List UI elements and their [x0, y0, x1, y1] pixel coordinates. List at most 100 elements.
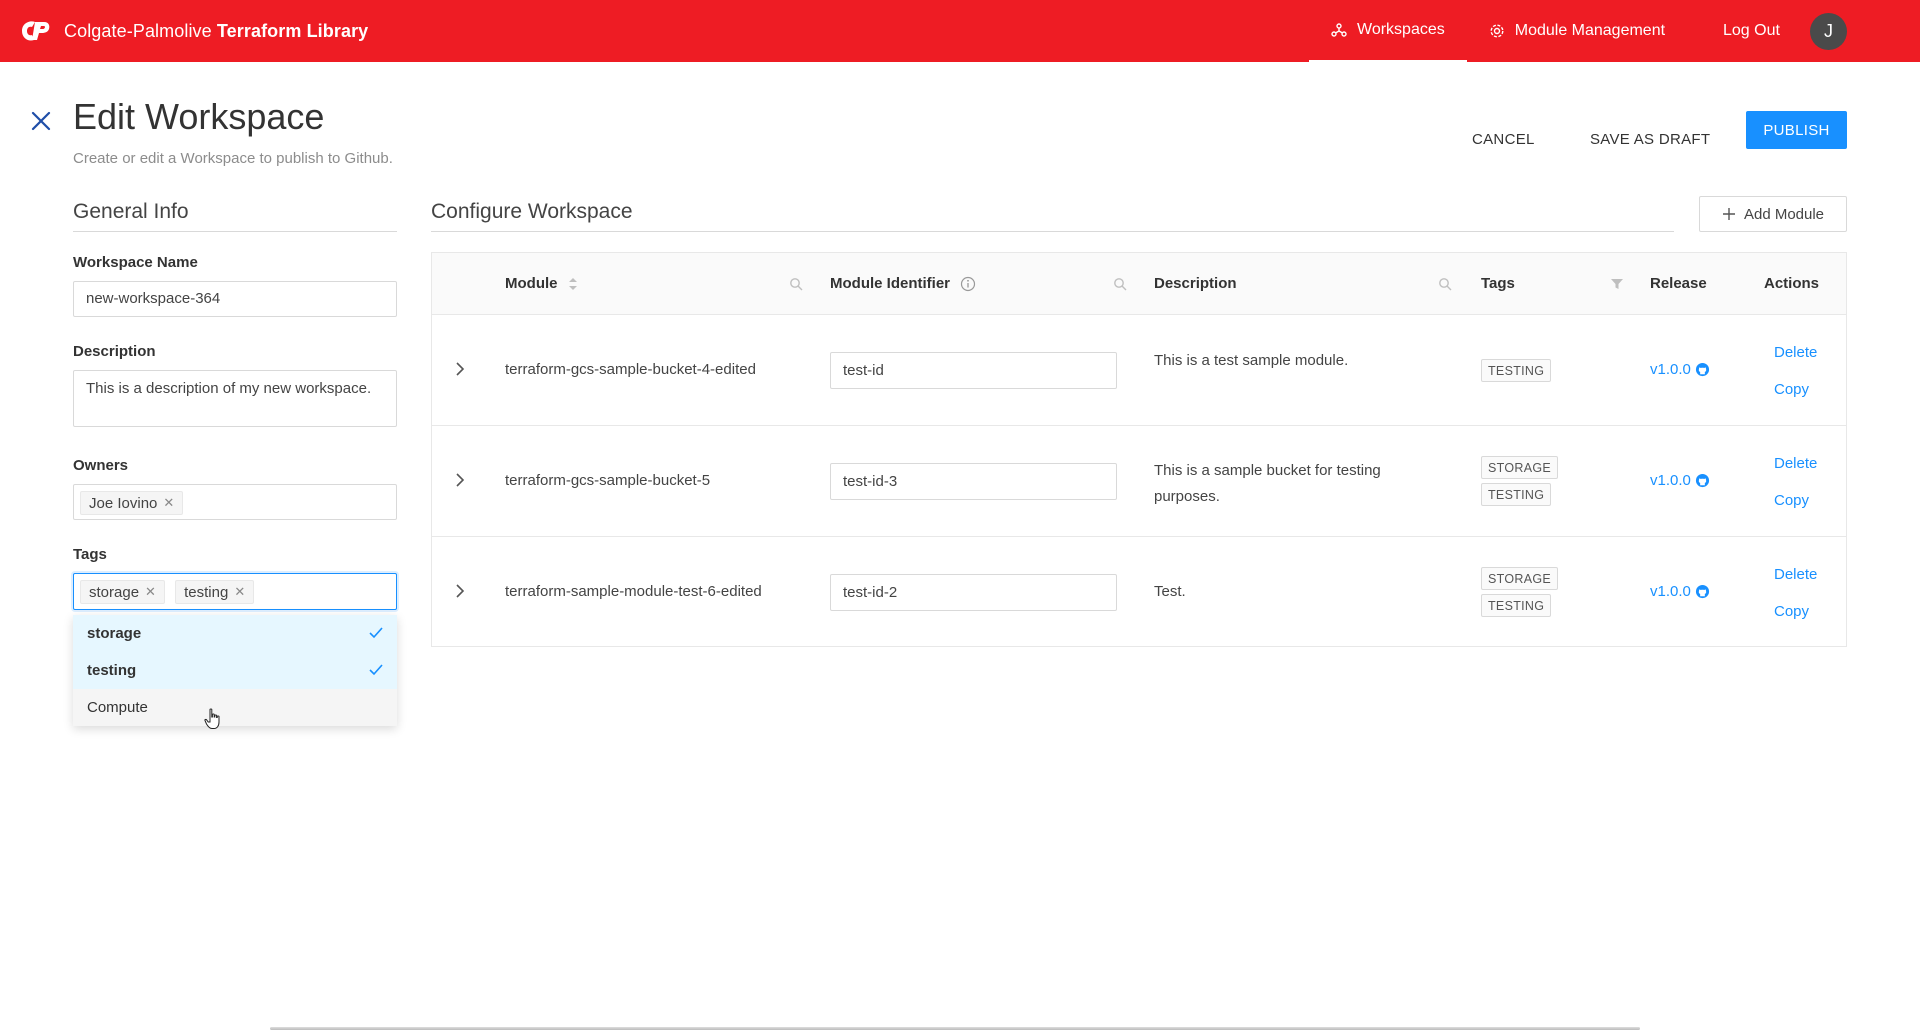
owners-label: Owners: [73, 457, 129, 474]
configure-divider: [431, 231, 1674, 232]
col-description: Description: [1154, 275, 1237, 292]
module-name: terraform-gcs-sample-bucket-5: [505, 472, 711, 489]
cancel-button[interactable]: CANCEL: [1472, 120, 1535, 158]
option-label: testing: [87, 662, 137, 679]
description-textarea[interactable]: This is a description of my new workspac…: [73, 370, 397, 427]
copy-link[interactable]: Copy: [1774, 492, 1809, 509]
filter-icon[interactable]: [1610, 277, 1624, 291]
delete-link[interactable]: Delete: [1774, 566, 1817, 583]
logout-link[interactable]: Log Out: [1723, 0, 1780, 62]
tag-badge: TESTING: [1481, 594, 1552, 617]
release-link[interactable]: v1.0.0: [1650, 583, 1710, 600]
release-version: v1.0.0: [1650, 361, 1691, 378]
release-link[interactable]: v1.0.0: [1650, 361, 1710, 378]
col-description-label: Description: [1154, 275, 1237, 292]
info-icon[interactable]: [960, 276, 976, 292]
add-module-button[interactable]: Add Module: [1699, 196, 1847, 232]
tags-select[interactable]: storage ✕ testing ✕: [73, 573, 397, 610]
check-icon: [369, 627, 383, 639]
col-identifier: Module Identifier: [830, 275, 976, 292]
module-description: This is a sample bucket for testing purp…: [1154, 462, 1381, 505]
search-icon[interactable]: [1438, 277, 1452, 291]
release-version: v1.0.0: [1650, 583, 1691, 600]
module-description: This is a test sample module.: [1154, 352, 1349, 369]
close-icon[interactable]: [30, 110, 52, 132]
nav-workspaces-label: Workspaces: [1357, 21, 1445, 38]
sort-icon[interactable]: [568, 277, 578, 291]
general-info-title: General Info: [73, 200, 189, 223]
table-header: Module Module Identifier Description Tag…: [432, 253, 1846, 315]
github-icon: [1695, 473, 1709, 488]
search-icon[interactable]: [789, 277, 803, 291]
remove-tag-icon[interactable]: ✕: [145, 584, 156, 600]
brand-name: Terraform Library: [216, 20, 369, 41]
workspaces-icon: [1331, 23, 1347, 37]
check-icon: [369, 664, 383, 676]
tags-label: Tags: [73, 546, 107, 563]
module-identifier-input[interactable]: test-id-3: [830, 463, 1117, 500]
publish-button[interactable]: PUBLISH: [1746, 111, 1847, 149]
tag-option-compute[interactable]: Compute: [73, 689, 397, 726]
col-module[interactable]: Module: [505, 275, 578, 292]
workspace-name-input[interactable]: new-workspace-364: [73, 281, 397, 317]
module-identifier-input[interactable]: test-id: [830, 352, 1117, 389]
tag-chip-label: testing: [184, 583, 229, 601]
table-row: terraform-gcs-sample-bucket-4-edited tes…: [432, 315, 1846, 426]
github-icon: [1695, 584, 1709, 599]
col-release-label: Release: [1650, 275, 1707, 292]
description-label: Description: [73, 343, 156, 360]
owner-chip: Joe Iovino ✕: [80, 491, 184, 515]
configure-workspace-title: Configure Workspace: [431, 200, 633, 223]
module-identifier-value: test-id: [843, 362, 884, 379]
tag-chip: testing ✕: [175, 580, 255, 604]
tag-badge: TESTING: [1481, 359, 1552, 382]
tag-option-storage[interactable]: storage: [73, 615, 397, 652]
module-identifier-value: test-id-2: [843, 584, 898, 601]
module-identifier-input[interactable]: test-id-2: [830, 574, 1117, 611]
description-value: This is a description of my new workspac…: [86, 380, 372, 397]
chevron-right-icon[interactable]: [454, 472, 466, 488]
workspace-name-label: Workspace Name: [73, 254, 198, 271]
copy-link[interactable]: Copy: [1774, 381, 1809, 398]
table-row: terraform-sample-module-test-6-edited te…: [432, 537, 1846, 648]
add-module-label: Add Module: [1743, 205, 1825, 223]
owner-chip-label: Joe Iovino: [89, 494, 158, 512]
module-name: terraform-sample-module-test-6-edited: [505, 583, 762, 600]
col-tags: Tags: [1481, 275, 1515, 292]
release-version: v1.0.0: [1650, 472, 1691, 489]
module-name: terraform-gcs-sample-bucket-4-edited: [505, 361, 756, 378]
chevron-right-icon[interactable]: [454, 583, 466, 599]
page-title: Edit Workspace: [73, 96, 325, 137]
tag-badge: TESTING: [1481, 483, 1552, 506]
save-draft-button[interactable]: SAVE AS DRAFT: [1590, 120, 1710, 158]
avatar[interactable]: J: [1810, 13, 1847, 50]
nav-workspaces[interactable]: Workspaces: [1309, 0, 1467, 62]
table-row: terraform-gcs-sample-bucket-5 test-id-3 …: [432, 426, 1846, 537]
brand[interactable]: Colgate-Palmolive Terraform Library: [18, 18, 368, 44]
hand-cursor-icon: [204, 708, 220, 729]
plus-icon: [1722, 208, 1735, 220]
owners-select[interactable]: Joe Iovino ✕: [73, 484, 397, 520]
release-link[interactable]: v1.0.0: [1650, 472, 1710, 489]
col-release: Release: [1650, 275, 1707, 292]
brand-title: Colgate-Palmolive Terraform Library: [64, 21, 368, 42]
tag-option-testing[interactable]: testing: [73, 652, 397, 689]
delete-link[interactable]: Delete: [1774, 455, 1817, 472]
module-identifier-value: test-id-3: [843, 473, 898, 490]
remove-tag-icon[interactable]: ✕: [234, 584, 245, 600]
brand-prefix: Colgate-Palmolive: [64, 20, 212, 41]
col-module-label: Module: [505, 275, 558, 292]
copy-link[interactable]: Copy: [1774, 603, 1809, 620]
remove-owner-icon[interactable]: ✕: [163, 495, 174, 511]
tags-dropdown: storage testing Compute: [73, 615, 397, 726]
github-icon: [1695, 362, 1709, 377]
chevron-right-icon[interactable]: [454, 361, 466, 377]
general-info-divider: [73, 231, 397, 232]
workspace-name-value: new-workspace-364: [86, 290, 221, 307]
colgate-palmolive-logo-icon: [22, 21, 50, 41]
search-icon[interactable]: [1113, 277, 1127, 291]
delete-link[interactable]: Delete: [1774, 344, 1817, 361]
module-description: Test.: [1154, 583, 1186, 600]
nav-module-management[interactable]: Module Management: [1467, 0, 1687, 62]
main-nav: Workspaces Module Management: [1309, 0, 1687, 62]
